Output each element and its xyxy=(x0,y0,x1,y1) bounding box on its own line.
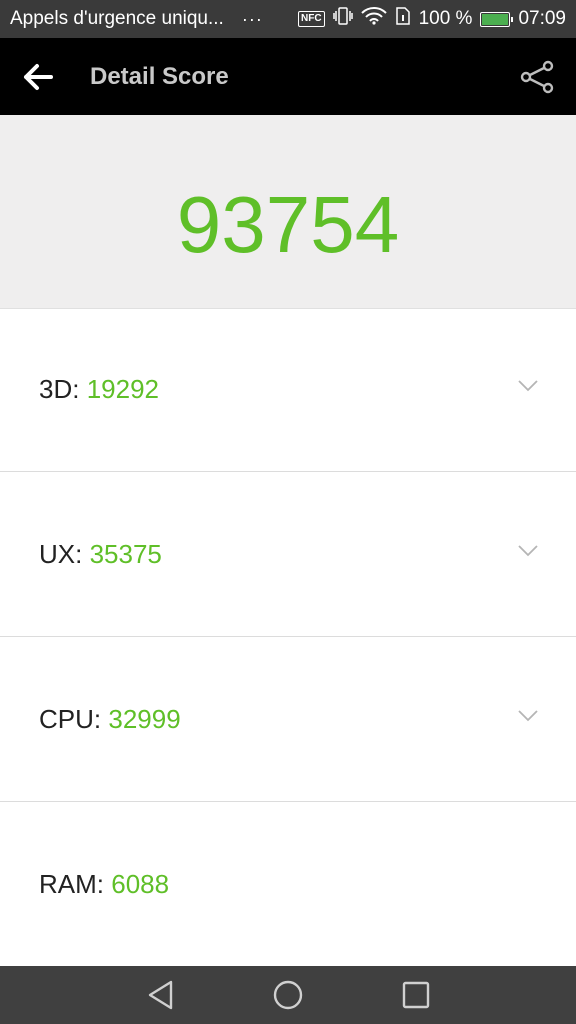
chevron-down-icon[interactable] xyxy=(518,545,538,557)
system-nav-bar xyxy=(0,966,576,1024)
score-label: CPU: xyxy=(39,704,102,734)
score-label: UX: xyxy=(39,539,83,569)
score-row-text: UX: 35375 xyxy=(39,539,162,570)
sim-icon xyxy=(395,7,411,31)
score-value: 19292 xyxy=(86,374,160,404)
score-row-cpu[interactable]: CPU: 32999 xyxy=(0,638,576,802)
total-score: 93754 xyxy=(176,180,400,269)
wifi-icon xyxy=(360,7,387,31)
score-row-ux[interactable]: UX: 35375 xyxy=(0,473,576,637)
battery-icon xyxy=(480,11,514,27)
score-label: 3D: xyxy=(39,374,80,404)
battery-percent: 100 % xyxy=(418,8,473,29)
score-row-text: 3D: 19292 xyxy=(39,374,159,405)
vibrate-icon xyxy=(332,7,353,31)
nav-recents-icon[interactable] xyxy=(400,979,432,1011)
back-button[interactable] xyxy=(0,38,78,115)
more-notifications-icon: ··· xyxy=(241,8,263,29)
app-bar: Detail Score xyxy=(0,38,576,115)
score-row-ram: RAM: 6088 xyxy=(0,803,576,967)
nav-home-icon[interactable] xyxy=(272,979,304,1011)
score-value: 32999 xyxy=(108,704,181,734)
score-label: RAM: xyxy=(39,869,104,899)
share-icon xyxy=(520,60,554,94)
total-score-panel: 93754 xyxy=(0,115,576,309)
chevron-down-icon[interactable] xyxy=(518,710,538,722)
score-value: 6088 xyxy=(111,869,170,899)
arrow-left-icon xyxy=(24,63,53,90)
clock: 07:09 xyxy=(518,8,566,29)
status-text: Appels d'urgence uniqu... xyxy=(10,8,224,29)
status-bar: Appels d'urgence uniqu... ··· NFC 100 % … xyxy=(0,0,576,38)
chevron-down-icon[interactable] xyxy=(518,380,538,392)
nfc-icon: NFC xyxy=(298,11,325,27)
score-row-text: RAM: 6088 xyxy=(39,869,169,900)
nav-back-icon[interactable] xyxy=(145,979,177,1011)
score-value: 35375 xyxy=(89,539,162,569)
page-title: Detail Score xyxy=(90,62,229,90)
share-button[interactable] xyxy=(518,58,556,96)
score-row-3d[interactable]: 3D: 19292 xyxy=(0,308,576,472)
score-row-text: CPU: 32999 xyxy=(39,704,181,735)
